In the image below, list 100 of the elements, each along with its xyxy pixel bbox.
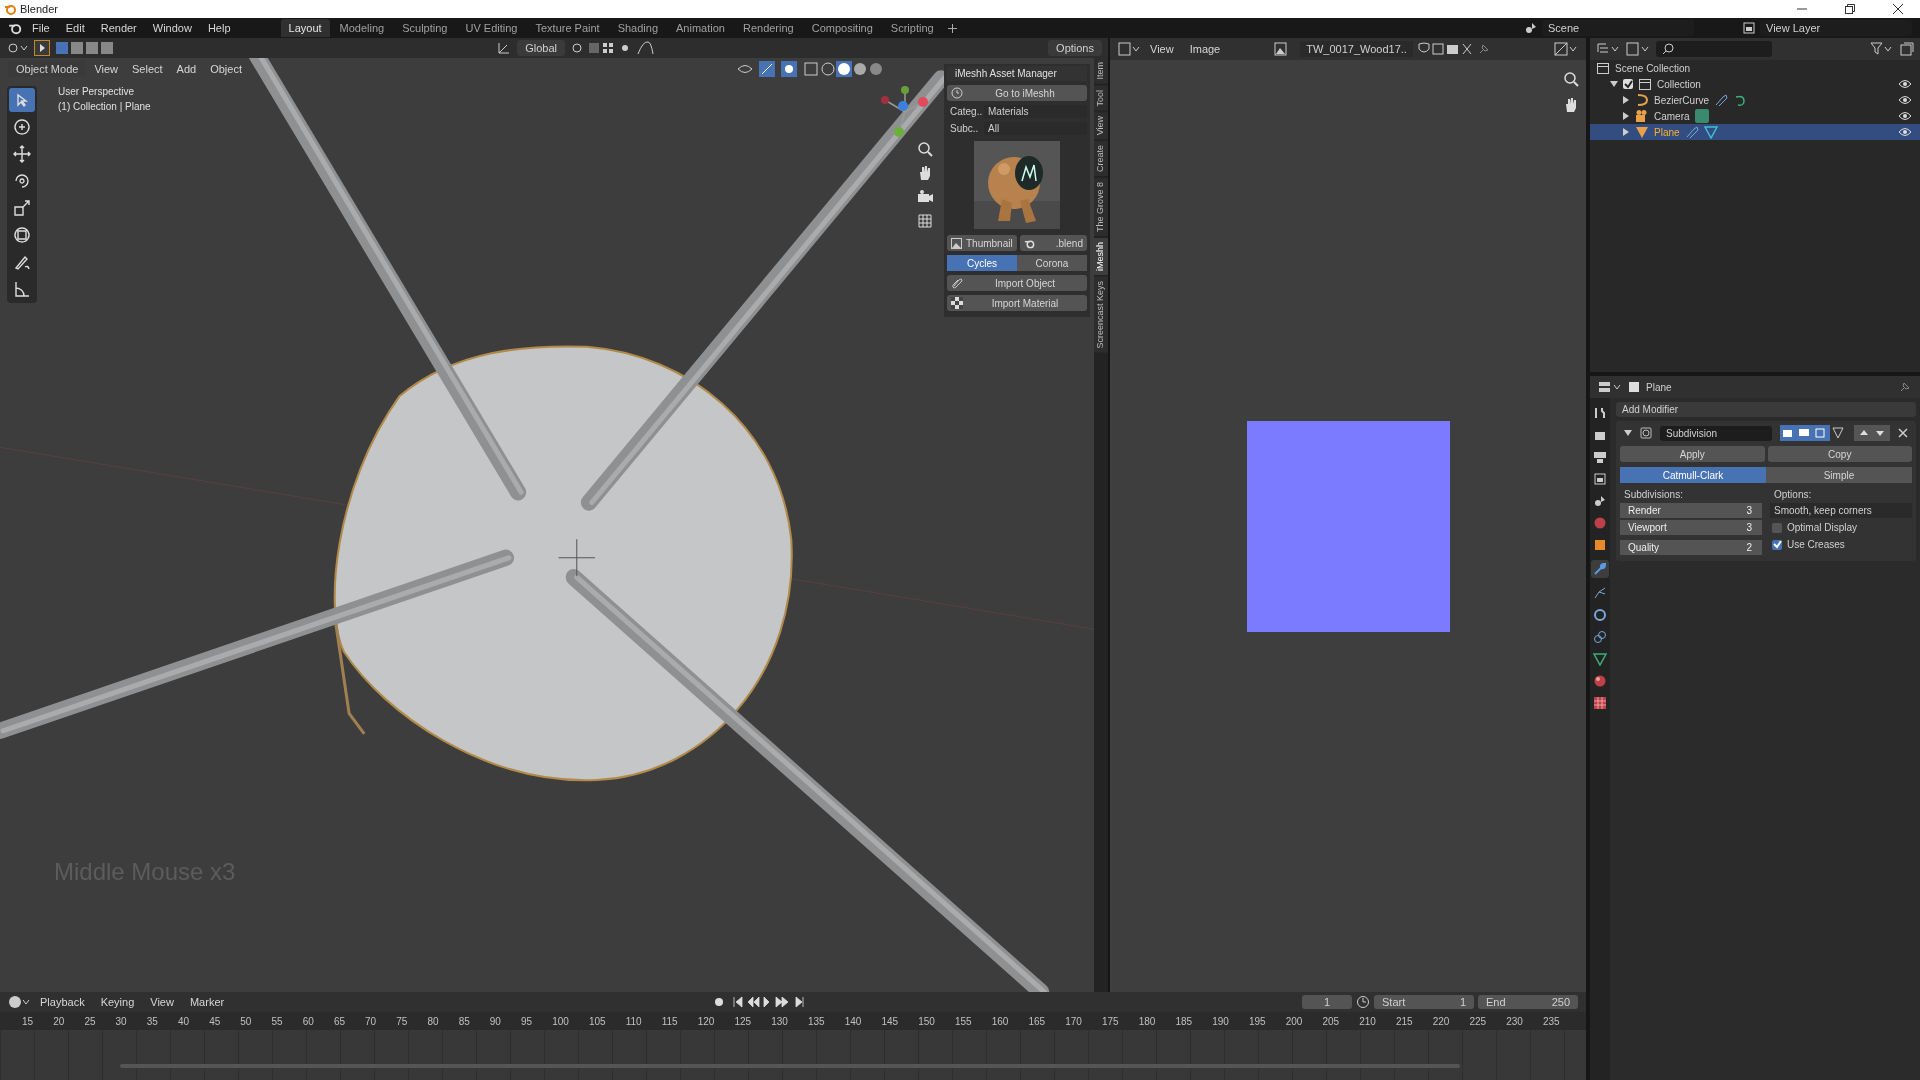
- mesh-data-tab-icon[interactable]: [1593, 652, 1607, 666]
- menu-item[interactable]: Marker: [183, 995, 231, 1009]
- workspace-tab[interactable]: Animation: [668, 19, 733, 37]
- move-arrows-icon[interactable]: [1854, 425, 1890, 441]
- copy-button[interactable]: Copy: [1767, 446, 1912, 462]
- menu-item[interactable]: Select: [126, 62, 169, 76]
- menu-item[interactable]: Window: [146, 21, 198, 35]
- panel-header[interactable]: iMeshh Asset Manager: [947, 66, 1087, 81]
- display-mode-icon[interactable]: [1554, 42, 1578, 56]
- editor-type-icon[interactable]: [1598, 380, 1622, 394]
- apply-button[interactable]: Apply: [1620, 446, 1765, 462]
- snap-icon[interactable]: [570, 41, 631, 55]
- scene-icon[interactable]: [1524, 21, 1538, 35]
- workspace-tab[interactable]: Modeling: [331, 19, 393, 37]
- eye-icon[interactable]: [1898, 111, 1912, 121]
- texture-tab-icon[interactable]: [1593, 696, 1607, 710]
- start-frame-field[interactable]: Start 1: [1374, 995, 1474, 1009]
- number-field[interactable]: Viewport 3: [1620, 520, 1762, 535]
- category-dropdown[interactable]: Materials: [984, 105, 1087, 118]
- orientation-dropdown[interactable]: Global: [517, 40, 565, 56]
- checkbox[interactable]: [1623, 79, 1633, 89]
- workspace-tab[interactable]: UV Editing: [457, 19, 526, 37]
- outliner-row[interactable]: BezierCurve: [1590, 92, 1920, 108]
- scene-tab-icon[interactable]: [1593, 494, 1607, 508]
- menu-item[interactable]: Playback: [34, 995, 91, 1009]
- menu-item[interactable]: Render: [94, 21, 143, 35]
- menu-item[interactable]: Image: [1183, 42, 1227, 56]
- sidebar-tab[interactable]: Tool: [1094, 85, 1108, 111]
- material-tab-icon[interactable]: [1593, 674, 1607, 688]
- display-mode-icon[interactable]: [1596, 42, 1620, 56]
- current-frame-field[interactable]: 1: [1302, 995, 1352, 1009]
- select-tool-icon[interactable]: [9, 88, 35, 112]
- view-layer-icon[interactable]: [1742, 21, 1756, 35]
- view-layer-tab-icon[interactable]: [1593, 472, 1607, 486]
- number-field[interactable]: Quality 2: [1620, 540, 1762, 555]
- go-to-button[interactable]: Go to iMeshh: [947, 85, 1087, 101]
- xray-icon[interactable]: [803, 61, 819, 77]
- select-mode-icon[interactable]: [34, 40, 50, 56]
- disclosure-triangle-icon[interactable]: [1624, 429, 1632, 437]
- workspace-tab[interactable]: Sculpting: [394, 19, 456, 37]
- outliner-row[interactable]: Camera: [1590, 108, 1920, 124]
- sidebar-tab[interactable]: The Grove 8: [1094, 178, 1108, 237]
- modifier-toggles-icon[interactable]: [1780, 425, 1846, 441]
- output-tab-icon[interactable]: [1593, 450, 1607, 464]
- add-modifier-dropdown[interactable]: Add Modifier: [1616, 402, 1916, 417]
- workspace-tab[interactable]: Layout: [280, 19, 330, 37]
- blender-logo-icon[interactable]: [8, 21, 22, 35]
- menu-item[interactable]: Keying: [94, 995, 141, 1009]
- workspace-tab[interactable]: Rendering: [734, 19, 802, 37]
- disclosure-triangle-icon[interactable]: [1622, 128, 1630, 136]
- import-object-button[interactable]: Import Object: [947, 275, 1087, 291]
- disclosure-triangle-icon[interactable]: [1622, 112, 1630, 120]
- subcategory-dropdown[interactable]: All: [984, 122, 1087, 135]
- search-field[interactable]: [1656, 41, 1772, 57]
- thumbnail-button[interactable]: Thumbnail: [947, 235, 1017, 251]
- disclosure-triangle-icon[interactable]: [1622, 96, 1630, 104]
- workspace-tab[interactable]: Scripting: [882, 19, 942, 37]
- new-collection-icon[interactable]: [1900, 42, 1914, 56]
- sidebar-tab[interactable]: iMeshh: [1094, 238, 1108, 276]
- orientation-icon[interactable]: [497, 41, 512, 55]
- tool-tab-icon[interactable]: [1593, 406, 1607, 420]
- grid-icon[interactable]: [916, 212, 934, 230]
- menu-item[interactable]: View: [144, 995, 180, 1009]
- menu-item[interactable]: View: [88, 62, 125, 76]
- selection-modes-icon[interactable]: [56, 41, 114, 55]
- number-field[interactable]: Render 3: [1620, 503, 1762, 518]
- modifier-name-field[interactable]: Subdivision: [1660, 425, 1772, 441]
- view-layer-field[interactable]: View Layer: [1760, 20, 1912, 36]
- constraints-tab-icon[interactable]: [1593, 630, 1607, 644]
- zoom-icon[interactable]: [916, 140, 934, 158]
- pin-icon[interactable]: [1898, 380, 1912, 394]
- disclosure-triangle-icon[interactable]: [1610, 80, 1618, 88]
- filter-view-icon[interactable]: [1626, 42, 1650, 56]
- workspace-tab[interactable]: Texture Paint: [527, 19, 608, 37]
- sidebar-tab[interactable]: Create: [1094, 141, 1108, 177]
- end-frame-field[interactable]: End 250: [1478, 995, 1578, 1009]
- particles-tab-icon[interactable]: [1593, 586, 1607, 600]
- menu-item[interactable]: Help: [201, 21, 237, 35]
- zoom-icon[interactable]: [1562, 70, 1580, 88]
- physics-tab-icon[interactable]: [1593, 608, 1607, 622]
- checkbox[interactable]: [1772, 522, 1782, 533]
- sidebar-tab[interactable]: Screencast Keys: [1094, 277, 1108, 353]
- editor-type-icon[interactable]: [8, 995, 30, 1009]
- import-material-button[interactable]: Import Material: [947, 295, 1087, 311]
- filter-icon[interactable]: [1870, 42, 1894, 56]
- sidebar-tab[interactable]: View: [1094, 112, 1108, 140]
- eye-icon[interactable]: [1898, 79, 1912, 89]
- wrench-icon[interactable]: [1591, 560, 1609, 578]
- image-name-field[interactable]: TW_0017_Wood17..: [1300, 41, 1413, 57]
- outliner-item[interactable]: Collection: [1657, 78, 1701, 90]
- workspace-tab[interactable]: Shading: [609, 19, 667, 37]
- options-dropdown[interactable]: Options: [1048, 40, 1102, 56]
- world-tab-icon[interactable]: [1593, 516, 1607, 530]
- menu-item[interactable]: File: [26, 21, 56, 35]
- engine-toggle[interactable]: Cycles: [947, 255, 1017, 271]
- close-icon[interactable]: [1893, 4, 1903, 14]
- subdivision-type-toggle[interactable]: Simple: [1766, 467, 1912, 483]
- outliner-item[interactable]: Scene Collection: [1615, 62, 1691, 74]
- engine-toggle[interactable]: Corona: [1017, 255, 1087, 271]
- sidebar-tab[interactable]: Item: [1094, 58, 1108, 84]
